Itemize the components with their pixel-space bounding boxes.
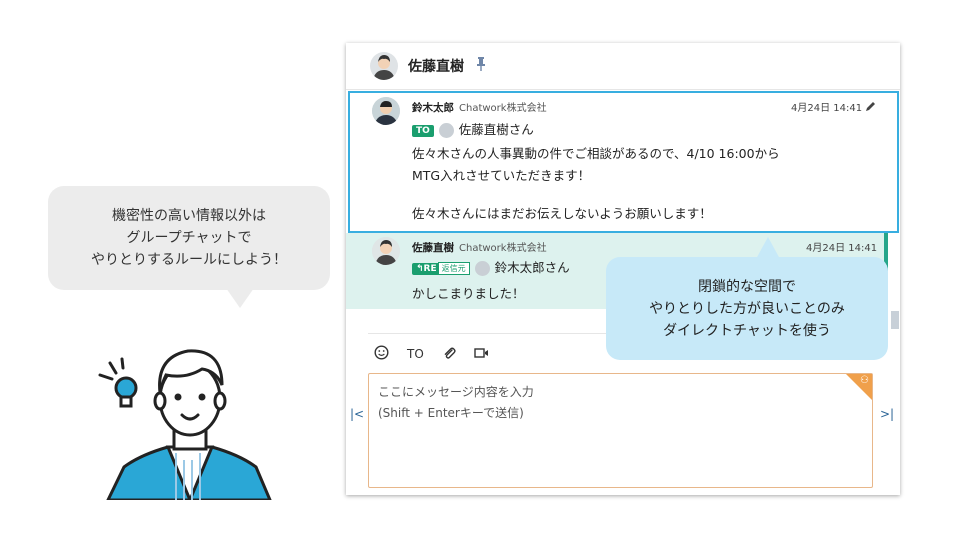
room-title: 佐藤直樹 bbox=[408, 59, 464, 75]
paperclip-icon[interactable] bbox=[442, 346, 456, 363]
composer-toolbar: TO bbox=[374, 345, 490, 363]
sender-org: Chatwork株式会社 bbox=[459, 243, 547, 254]
person-corner-icon: ⚇ bbox=[860, 375, 869, 386]
mini-avatar bbox=[474, 261, 490, 276]
message-sender: 佐藤直樹 Chatwork株式会社 bbox=[412, 239, 547, 255]
reply-source-badge[interactable]: 返信元 bbox=[437, 262, 470, 275]
sender-name[interactable]: 佐藤直樹 bbox=[412, 242, 454, 254]
scrollbar-thumb[interactable] bbox=[891, 311, 899, 329]
message-body-line: かしこまりました！ bbox=[412, 286, 525, 301]
highlight-frame bbox=[348, 91, 899, 233]
reply-line: ↰RE 返信元 鈴木太郎さん bbox=[412, 257, 570, 276]
reply-arrow-icon: ↰ bbox=[416, 263, 424, 274]
lightbulb-icon bbox=[98, 357, 138, 408]
left-note-line-1: 機密性の高い情報以外は bbox=[112, 208, 266, 224]
collapse-left-button[interactable]: |< bbox=[350, 407, 364, 421]
video-icon[interactable] bbox=[474, 347, 490, 362]
to-button[interactable]: TO bbox=[407, 347, 424, 361]
sender-avatar[interactable] bbox=[372, 237, 400, 265]
room-header: 佐藤直樹 bbox=[346, 43, 900, 90]
pin-icon[interactable] bbox=[476, 57, 486, 75]
smile-icon[interactable] bbox=[374, 345, 389, 363]
reply-badge[interactable]: ↰RE bbox=[412, 262, 441, 275]
message-input[interactable]: ここにメッセージ内容を入力 (Shift + Enterキーで送信) ⚇ bbox=[368, 373, 873, 488]
reply-name: 鈴木太郎さん bbox=[494, 260, 570, 275]
left-note-line-2: グループチャットで bbox=[126, 230, 252, 246]
input-placeholder-hint: (Shift + Enterキーで送信) bbox=[378, 406, 524, 420]
input-placeholder: ここにメッセージ内容を入力 bbox=[378, 385, 534, 399]
left-speech-bubble: 機密性の高い情報以外は グループチャットで やりとりするルールにしよう！ bbox=[48, 186, 330, 308]
collapse-right-button[interactable]: >| bbox=[880, 407, 894, 421]
right-note-line-1: 閉鎖的な空間で bbox=[698, 278, 796, 295]
reply-label: RE bbox=[423, 263, 437, 274]
timestamp: 4月24日 14:41 bbox=[806, 243, 878, 254]
right-note-line-3: ダイレクトチャットを使う bbox=[663, 322, 831, 339]
right-note-line-2: やりとりした方が良いことのみ bbox=[649, 300, 845, 317]
right-speech-bubble: 閉鎖的な空間で やりとりした方が良いことのみ ダイレクトチャットを使う bbox=[606, 237, 888, 360]
person-illustration bbox=[98, 349, 272, 500]
room-avatar[interactable] bbox=[370, 52, 398, 80]
left-note-line-3: やりとりするルールにしよう！ bbox=[91, 252, 287, 268]
